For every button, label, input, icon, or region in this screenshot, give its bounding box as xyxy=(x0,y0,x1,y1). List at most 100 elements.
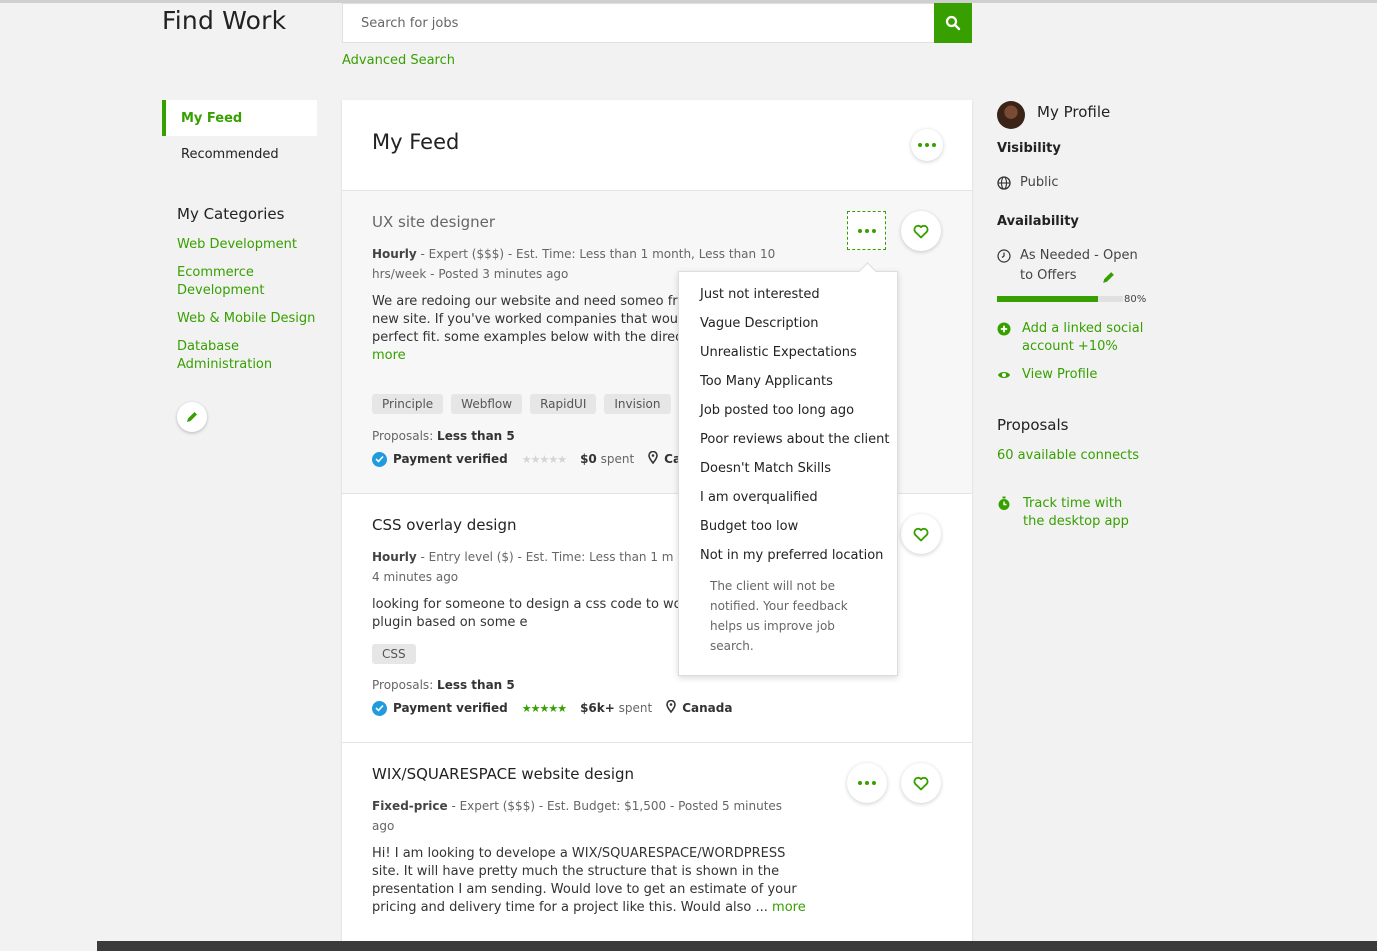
advanced-search-link[interactable]: Advanced Search xyxy=(342,53,455,68)
skill-tag[interactable]: Webflow xyxy=(451,394,523,414)
spent-label: spent xyxy=(596,452,635,466)
verified-check-icon xyxy=(372,451,387,467)
plus-circle-icon xyxy=(997,322,1011,336)
availability-label: Availability xyxy=(997,214,1079,229)
not-interested-dropdown: Just not interested Vague Description Un… xyxy=(678,271,898,676)
save-job-button[interactable] xyxy=(901,763,941,803)
category-link[interactable]: Ecommerce Development xyxy=(177,264,327,300)
add-social-link[interactable]: Add a linked social account +10% xyxy=(997,320,1177,356)
skill-tag[interactable]: RapidUI xyxy=(530,394,597,414)
eye-icon xyxy=(998,372,1010,378)
feed-title: My Feed xyxy=(372,130,460,154)
globe-icon xyxy=(997,176,1011,190)
more-icon xyxy=(918,143,936,147)
job-title[interactable]: CSS overlay design xyxy=(372,516,517,534)
dropdown-option[interactable]: Doesn't Match Skills xyxy=(679,454,897,483)
view-profile-text: View Profile xyxy=(1022,367,1098,382)
search-bar xyxy=(342,3,972,43)
dropdown-option[interactable]: Vague Description xyxy=(679,309,897,338)
feed-options-button[interactable] xyxy=(911,129,943,161)
job-options-button[interactable] xyxy=(847,211,886,250)
page-title: Find Work xyxy=(162,6,287,35)
availability-value: As Needed - Open to Offers xyxy=(1020,248,1138,283)
client-spent: $0 spent xyxy=(580,452,634,466)
proposals-label: Proposals: xyxy=(372,429,438,443)
proposals-count: Proposals: Less than 5 xyxy=(372,429,515,443)
client-info: Payment verified ★★★★★ $0 spent Ca xyxy=(372,450,681,467)
edit-availability-icon[interactable] xyxy=(1101,270,1116,285)
rating-stars: ★★★★★ xyxy=(521,701,567,715)
proposals-count: Proposals: Less than 5 xyxy=(372,678,515,692)
dropdown-option[interactable]: Budget too low xyxy=(679,512,897,541)
job-type: Fixed-price xyxy=(372,799,448,813)
category-link[interactable]: Database Administration xyxy=(177,338,327,374)
job-type: Hourly xyxy=(372,550,417,564)
profile-title[interactable]: My Profile xyxy=(1037,103,1110,121)
edit-categories-button[interactable] xyxy=(177,402,207,432)
availability-row: As Needed - Open to Offers xyxy=(997,246,1157,286)
avatar[interactable] xyxy=(997,101,1025,129)
client-spent: $6k+ spent xyxy=(580,701,652,715)
more-link[interactable]: more xyxy=(372,348,406,363)
view-profile-link[interactable]: View Profile xyxy=(997,366,1097,384)
job-description-text: Hi! I am looking to develope a WIX/SQUAR… xyxy=(372,846,797,915)
proposals-label: Proposals: xyxy=(372,678,438,692)
search-icon xyxy=(945,15,961,31)
job-type: Hourly xyxy=(372,247,417,261)
dropdown-note: The client will not be notified. Your fe… xyxy=(710,579,848,653)
skill-tag[interactable]: Principle xyxy=(372,394,444,414)
spent-value: $0 xyxy=(580,452,597,466)
nav-item-recommended[interactable]: Recommended xyxy=(162,136,317,172)
save-job-button[interactable] xyxy=(901,211,941,251)
job-title[interactable]: WIX/SQUARESPACE website design xyxy=(372,765,634,783)
more-icon xyxy=(857,228,876,233)
category-link[interactable]: Web Development xyxy=(177,236,327,254)
job-title[interactable]: UX site designer xyxy=(372,213,495,231)
visibility-label: Visibility xyxy=(997,141,1061,156)
verified-check-icon xyxy=(372,700,387,716)
more-icon xyxy=(858,781,876,785)
job-description: Hi! I am looking to develope a WIX/SQUAR… xyxy=(372,845,812,917)
save-job-button[interactable] xyxy=(901,514,941,554)
taskbar xyxy=(97,941,1377,951)
categories-list: Web Development Ecommerce Development We… xyxy=(177,236,327,384)
job-options-button[interactable] xyxy=(847,763,887,803)
feed-nav: My Feed Recommended xyxy=(162,100,317,172)
heart-icon xyxy=(913,224,929,238)
proposals-value: Less than 5 xyxy=(437,678,515,692)
dropdown-option[interactable]: Just not interested xyxy=(679,280,897,309)
progress-fill xyxy=(997,296,1098,302)
client-location: Canada xyxy=(682,701,733,715)
category-link[interactable]: Web & Mobile Design xyxy=(177,310,327,328)
stopwatch-icon xyxy=(998,496,1010,510)
visibility-value: Public xyxy=(1020,175,1059,190)
rating-stars: ★★★★★ xyxy=(521,452,567,466)
dropdown-option[interactable]: Job posted too long ago xyxy=(679,396,897,425)
dropdown-option[interactable]: Unrealistic Expectations xyxy=(679,338,897,367)
categories-title: My Categories xyxy=(177,205,285,223)
dropdown-option[interactable]: I am overqualified xyxy=(679,483,897,512)
payment-status: Payment verified xyxy=(393,701,508,715)
skill-tags: Principle Webflow RapidUI Invision xyxy=(372,394,671,414)
more-link[interactable]: more xyxy=(772,900,806,915)
payment-status: Payment verified xyxy=(393,452,508,466)
skill-tag[interactable]: Invision xyxy=(604,394,671,414)
location-pin-icon xyxy=(648,450,658,467)
track-time-link[interactable]: Track time with the desktop app xyxy=(997,495,1143,531)
connects-link[interactable]: 60 available connects xyxy=(997,448,1139,463)
nav-item-my-feed[interactable]: My Feed xyxy=(162,100,317,136)
dropdown-option[interactable]: Too Many Applicants xyxy=(679,367,897,396)
dropdown-option[interactable]: Poor reviews about the client xyxy=(679,425,897,454)
pencil-icon xyxy=(187,412,197,422)
dropdown-option[interactable]: Not in my preferred location xyxy=(679,541,897,570)
search-button[interactable] xyxy=(934,3,972,43)
skill-tag[interactable]: CSS xyxy=(372,644,416,664)
add-social-text: Add a linked social account +10% xyxy=(1022,321,1144,354)
proposals-value: Less than 5 xyxy=(437,429,515,443)
job-card[interactable]: WIX/SQUARESPACE website design Fixed-pri… xyxy=(342,743,972,951)
feed-header: My Feed xyxy=(342,100,972,191)
progress-percent: 80% xyxy=(1124,294,1147,305)
profile-completeness-bar xyxy=(997,296,1123,302)
spent-value: $6k+ xyxy=(580,701,615,715)
search-input[interactable] xyxy=(342,3,934,43)
